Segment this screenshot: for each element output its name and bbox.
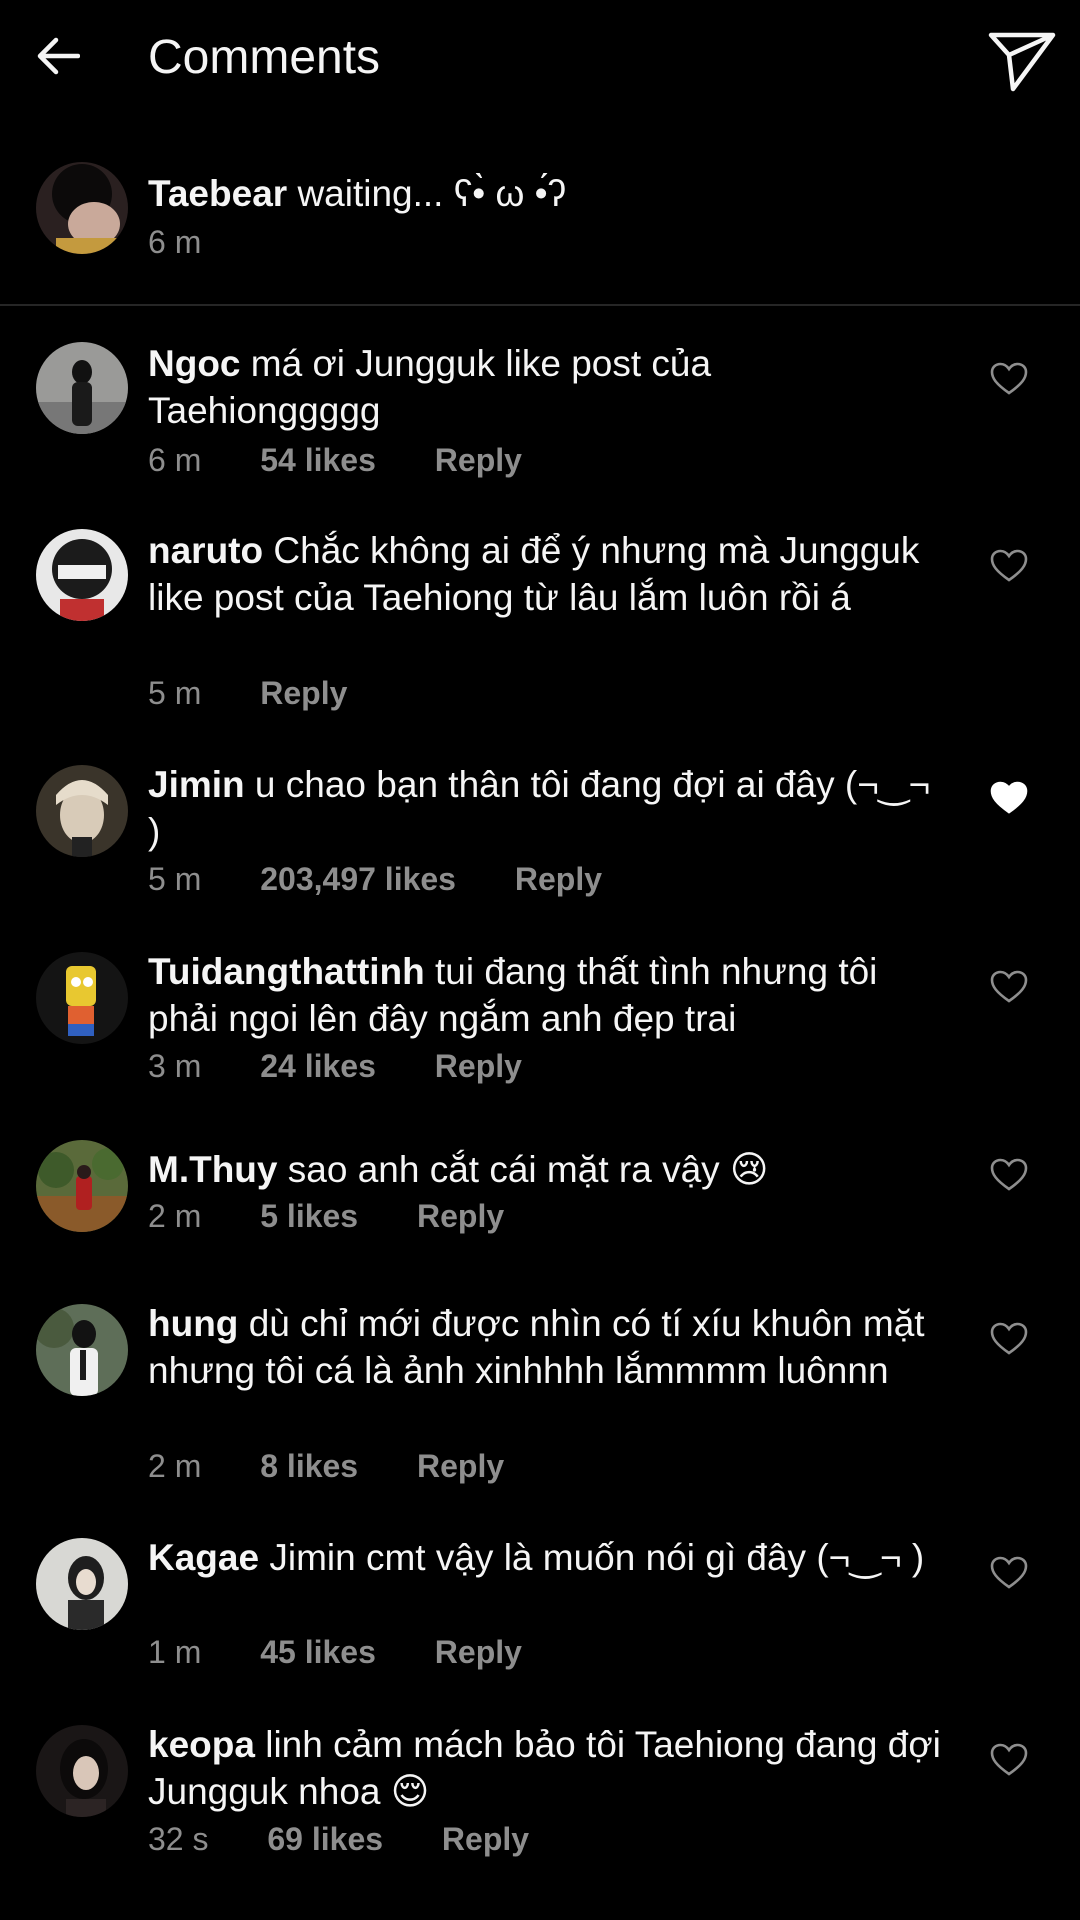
- reply-button[interactable]: Reply: [417, 1446, 504, 1486]
- username[interactable]: Ngoc: [148, 343, 241, 384]
- comment-text: Tuidangthattinh tui đang thất tình nhưng…: [148, 948, 948, 1042]
- avatar[interactable]: [36, 952, 128, 1044]
- comment-meta: 3 m 24 likes Reply: [148, 1046, 522, 1086]
- paper-plane-icon: [988, 32, 1056, 92]
- comment-meta: 2 m 5 likes Reply: [148, 1196, 504, 1236]
- comment-body: linh cảm mách bảo tôi Taehiong đang đợi …: [148, 1724, 941, 1812]
- username[interactable]: Jimin: [148, 764, 245, 805]
- likes-count[interactable]: 203,497 likes: [260, 859, 456, 899]
- avatar[interactable]: [36, 529, 128, 621]
- timestamp: 5 m: [148, 675, 202, 711]
- comment-text: keopa linh cảm mách bảo tôi Taehiong đan…: [148, 1721, 948, 1815]
- comment-text: hung dù chỉ mới được nhìn có tí xíu khuô…: [148, 1300, 948, 1394]
- timestamp: 2 m: [148, 1448, 202, 1484]
- comment-text: Ngoc má ơi Jungguk like post của Taehion…: [148, 340, 948, 434]
- likes-count[interactable]: 54 likes: [260, 440, 376, 480]
- avatar[interactable]: [36, 342, 128, 434]
- timestamp: 5 m: [148, 861, 202, 897]
- comment-body: Jimin cmt vậy là muốn nói gì đây (¬‿¬ ): [269, 1537, 925, 1578]
- comment-body: sao anh cắt cái mặt ra vậy 😢: [287, 1149, 769, 1190]
- timestamp: 2 m: [148, 1198, 202, 1234]
- reply-button[interactable]: Reply: [260, 673, 347, 713]
- caption-meta: 6 m: [148, 222, 201, 262]
- comment-meta: 5 m 203,497 likes Reply: [148, 859, 602, 899]
- username[interactable]: naruto: [148, 530, 263, 571]
- likes-count[interactable]: 24 likes: [260, 1046, 376, 1086]
- caption-body: waiting... ʕ•̀ ω •́ʔ: [297, 173, 567, 214]
- username[interactable]: keopa: [148, 1724, 255, 1765]
- timestamp: 32 s: [148, 1821, 209, 1857]
- heart-icon[interactable]: [990, 970, 1028, 1004]
- timestamp: 3 m: [148, 1048, 202, 1084]
- reply-button[interactable]: Reply: [417, 1196, 504, 1236]
- username[interactable]: Kagae: [148, 1537, 259, 1578]
- avatar[interactable]: [36, 1304, 128, 1396]
- avatar[interactable]: [36, 1140, 128, 1232]
- heart-filled-icon[interactable]: [990, 781, 1028, 815]
- comment-text: Kagae Jimin cmt vậy là muốn nói gì đây (…: [148, 1534, 948, 1581]
- comment-meta: 2 m 8 likes Reply: [148, 1446, 504, 1486]
- reply-button[interactable]: Reply: [435, 1046, 522, 1086]
- likes-count[interactable]: 45 likes: [260, 1632, 376, 1672]
- avatar[interactable]: [36, 162, 128, 254]
- comment-text: naruto Chắc không ai để ý nhưng mà Jungg…: [148, 527, 948, 621]
- comment-body: Chắc không ai để ý nhưng mà Jungguk like…: [148, 530, 920, 618]
- caption-text: Taebear waiting... ʕ•̀ ω •́ʔ: [148, 170, 948, 217]
- likes-count[interactable]: 69 likes: [267, 1819, 383, 1859]
- reply-button[interactable]: Reply: [442, 1819, 529, 1859]
- timestamp: 6 m: [148, 224, 202, 260]
- heart-icon[interactable]: [990, 1322, 1028, 1356]
- share-button[interactable]: [984, 24, 1060, 100]
- username[interactable]: hung: [148, 1303, 238, 1344]
- likes-count[interactable]: 8 likes: [260, 1446, 358, 1486]
- top-bar: Comments: [0, 0, 1080, 116]
- page-title: Comments: [148, 31, 381, 84]
- heart-icon[interactable]: [990, 1158, 1028, 1192]
- username[interactable]: M.Thuy: [148, 1149, 277, 1190]
- comment-body: dù chỉ mới được nhìn có tí xíu khuôn mặt…: [148, 1303, 925, 1391]
- comment-text: M.Thuy sao anh cắt cái mặt ra vậy 😢: [148, 1146, 948, 1193]
- comment-body: u chao bạn thân tôi đang đợi ai đây (¬‿¬…: [148, 764, 931, 852]
- likes-count[interactable]: 5 likes: [260, 1196, 358, 1236]
- heart-icon[interactable]: [990, 1743, 1028, 1777]
- comment-meta: 6 m 54 likes Reply: [148, 440, 522, 480]
- comment-text: Jimin u chao bạn thân tôi đang đợi ai đâ…: [148, 761, 948, 855]
- heart-icon[interactable]: [990, 549, 1028, 583]
- avatar[interactable]: [36, 1538, 128, 1630]
- timestamp: 6 m: [148, 442, 202, 478]
- back-button[interactable]: [30, 28, 86, 84]
- caption: Taebear waiting... ʕ•̀ ω •́ʔ 6 m: [0, 150, 1080, 306]
- heart-icon[interactable]: [990, 1556, 1028, 1590]
- comment-meta: 32 s 69 likes Reply: [148, 1819, 529, 1859]
- timestamp: 1 m: [148, 1634, 202, 1670]
- avatar[interactable]: [36, 765, 128, 857]
- reply-button[interactable]: Reply: [515, 859, 602, 899]
- arrow-left-icon: [37, 37, 80, 75]
- avatar[interactable]: [36, 1725, 128, 1817]
- comment-meta: 1 m 45 likes Reply: [148, 1632, 522, 1672]
- username[interactable]: Tuidangthattinh: [148, 951, 425, 992]
- reply-button[interactable]: Reply: [435, 1632, 522, 1672]
- reply-button[interactable]: Reply: [435, 440, 522, 480]
- comment-meta: 5 m Reply: [148, 673, 347, 713]
- username[interactable]: Taebear: [148, 173, 287, 214]
- heart-icon[interactable]: [990, 362, 1028, 396]
